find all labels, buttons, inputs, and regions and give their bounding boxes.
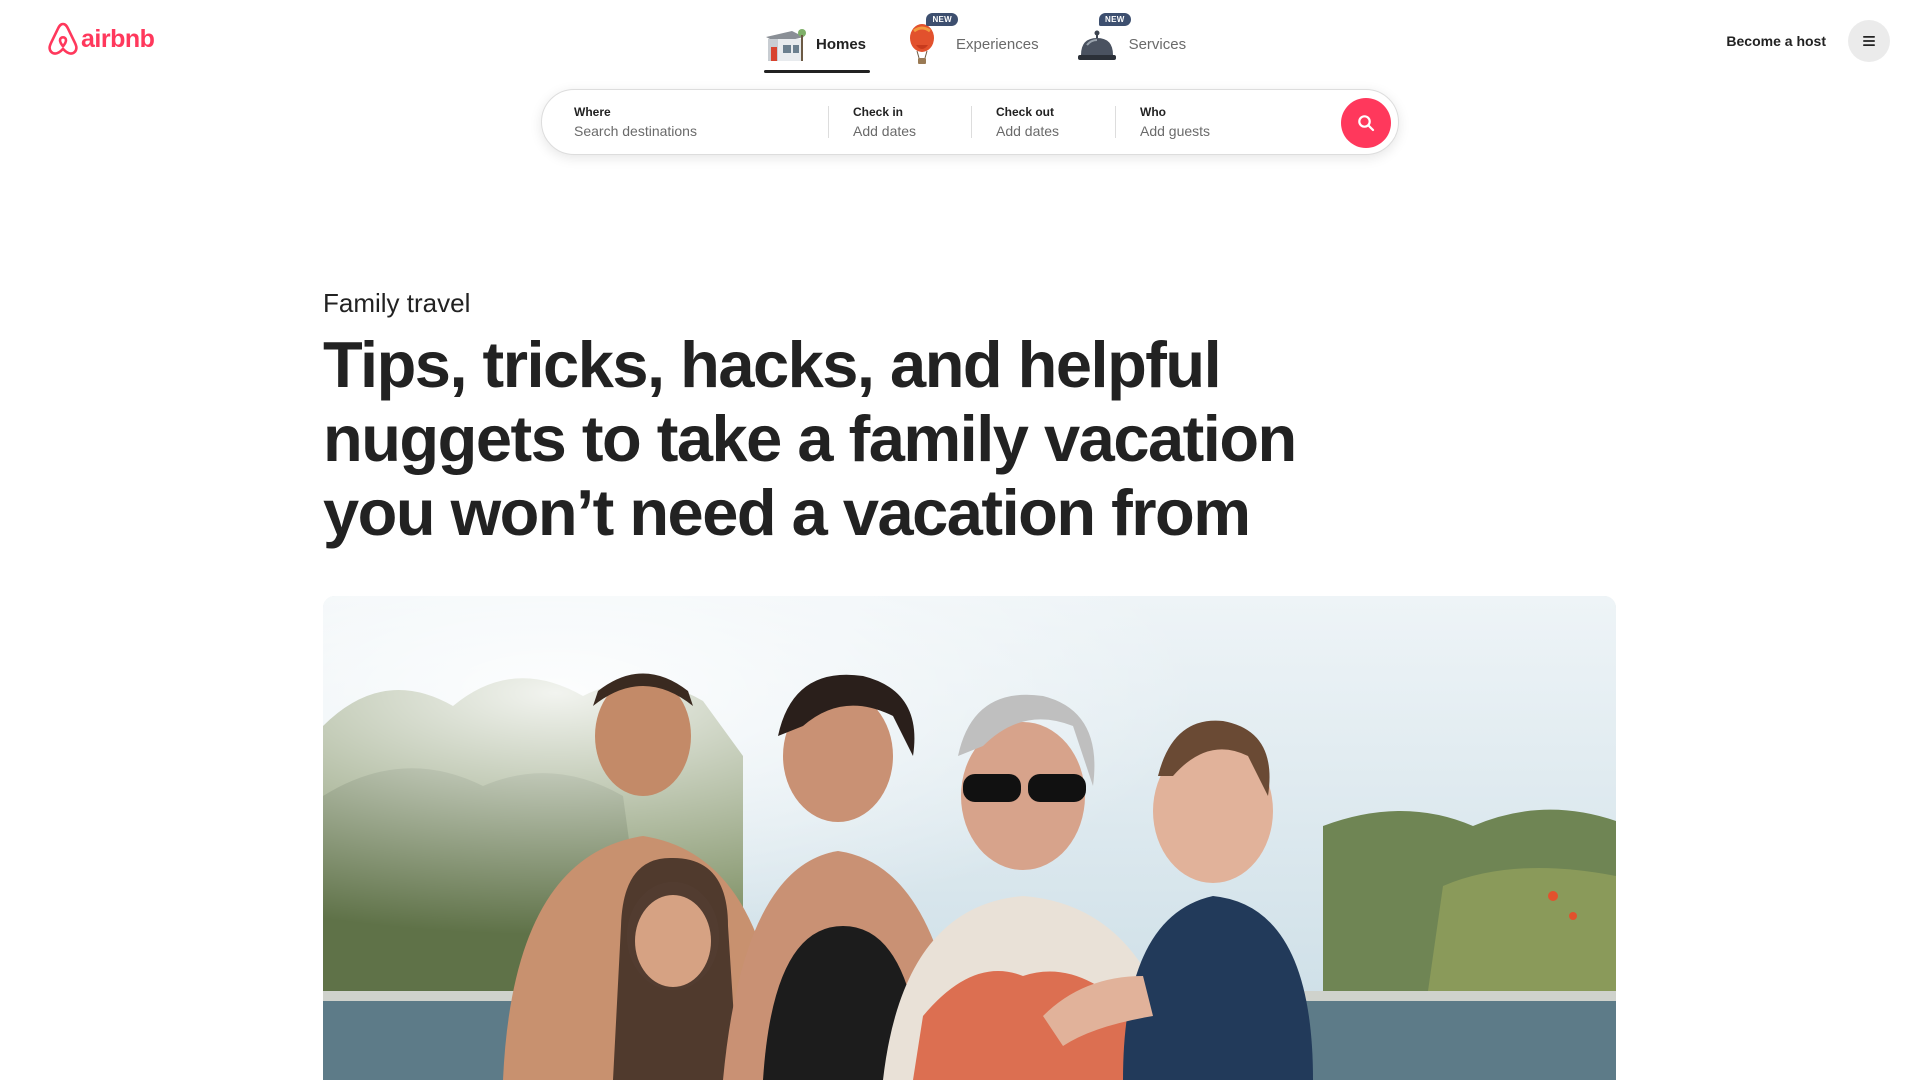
- nav-homes-label: Homes: [816, 35, 867, 53]
- nav-experiences-label: Experiences: [956, 35, 1039, 53]
- family-photo: [323, 596, 1616, 1080]
- search-bar: Where Search destinations Check in Add d…: [541, 89, 1399, 155]
- nav-experiences[interactable]: NEW Experiences: [900, 13, 1041, 70]
- hot-air-balloon-icon: NEW: [902, 13, 959, 67]
- check-in-placeholder: Add dates: [853, 123, 917, 139]
- who-label: Who: [1140, 105, 1166, 119]
- house-icon: [762, 21, 808, 67]
- search-icon: [1358, 115, 1375, 132]
- header-actions: Become a host: [1726, 20, 1890, 62]
- where-label: Where: [574, 105, 611, 119]
- hero-image: [323, 596, 1616, 1080]
- category-nav: Homes NEW Experiences NEW Services: [760, 13, 1189, 73]
- check-out-label: Check out: [996, 105, 1055, 119]
- article-category: Family travel: [323, 288, 471, 318]
- search-check-out-field[interactable]: Check out Add dates: [972, 90, 1115, 154]
- search-check-in-field[interactable]: Check in Add dates: [829, 90, 971, 154]
- check-in-label: Check in: [853, 105, 904, 119]
- site-header: airbnb Homes NEW Experiences NEW Service…: [0, 0, 1920, 170]
- new-badge: NEW: [1099, 13, 1131, 26]
- search-who-field[interactable]: Who Add guests: [1116, 90, 1336, 154]
- article-title: Tips, tricks, hacks, and helpful nuggets…: [323, 328, 1297, 549]
- main-menu-button[interactable]: [1848, 20, 1890, 62]
- airbnb-logo-icon: [48, 22, 78, 55]
- where-placeholder: Search destinations: [574, 123, 697, 139]
- nav-homes[interactable]: Homes: [760, 18, 871, 73]
- become-host-link[interactable]: Become a host: [1726, 33, 1826, 49]
- nav-services[interactable]: NEW Services: [1073, 13, 1189, 70]
- who-placeholder: Add guests: [1140, 123, 1211, 139]
- search-button[interactable]: [1341, 98, 1391, 148]
- check-out-placeholder: Add dates: [996, 123, 1060, 139]
- service-bell-icon: NEW: [1075, 13, 1131, 67]
- new-badge: NEW: [926, 13, 959, 26]
- airbnb-logo[interactable]: airbnb: [47, 22, 155, 56]
- search-where-field[interactable]: Where Search destinations: [542, 90, 828, 154]
- nav-services-label: Services: [1128, 35, 1187, 53]
- hamburger-menu-icon: [1863, 36, 1875, 46]
- logo-wordmark: airbnb: [81, 24, 155, 53]
